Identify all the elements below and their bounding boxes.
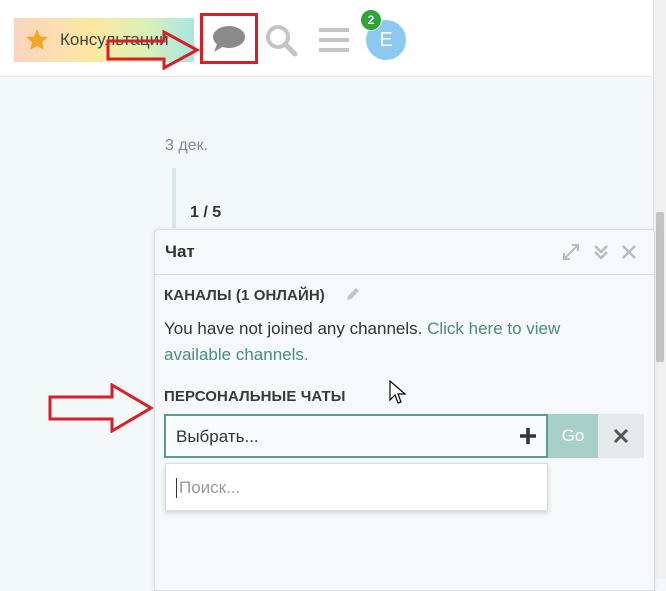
chat-bubble-icon bbox=[213, 25, 245, 52]
red-annotation-arrow bbox=[106, 30, 200, 70]
expand-icon[interactable] bbox=[561, 242, 581, 262]
chat-panel: Чат КАНАЛЫ (1 ОНЛАЙН) You have not joine… bbox=[154, 229, 655, 591]
clear-icon bbox=[613, 428, 629, 444]
channels-heading: КАНАЛЫ (1 ОНЛАЙН) bbox=[164, 287, 325, 304]
collapse-icon[interactable] bbox=[591, 242, 611, 262]
thread-line bbox=[172, 168, 176, 228]
user-search-input[interactable]: Поиск... bbox=[176, 478, 240, 498]
star-icon bbox=[26, 29, 48, 50]
scrollbar-thumb[interactable] bbox=[656, 212, 664, 362]
close-icon[interactable] bbox=[619, 242, 639, 262]
notification-badge: 2 bbox=[360, 9, 382, 31]
go-button[interactable]: Go bbox=[548, 414, 598, 458]
search-icon[interactable] bbox=[264, 23, 298, 57]
user-search-dropdown[interactable]: Поиск... bbox=[165, 463, 548, 511]
clear-button[interactable] bbox=[598, 414, 644, 458]
chat-header: Чат bbox=[155, 230, 654, 275]
pencil-icon[interactable] bbox=[345, 286, 361, 302]
cursor-icon bbox=[389, 380, 407, 404]
plus-icon[interactable] bbox=[518, 426, 538, 446]
chat-title: Чат bbox=[165, 242, 195, 261]
feed-date: 3 дек. bbox=[165, 137, 209, 154]
user-select[interactable]: Выбрать... bbox=[164, 414, 548, 458]
channels-message: You have not joined any channels. Click … bbox=[164, 316, 624, 368]
red-annotation-arrow bbox=[48, 383, 154, 433]
top-navigation-bar: Консультации E 2 bbox=[0, 0, 654, 77]
user-select-value: Выбрать... bbox=[176, 427, 259, 446]
hamburger-menu-icon[interactable] bbox=[318, 26, 350, 54]
personal-chats-heading: ПЕРСОНАЛЬНЫЕ ЧАТЫ bbox=[164, 388, 346, 405]
feed-pager: 1 / 5 bbox=[190, 204, 222, 221]
channels-empty-text: You have not joined any channels. bbox=[164, 319, 428, 338]
chat-button[interactable] bbox=[200, 13, 258, 64]
